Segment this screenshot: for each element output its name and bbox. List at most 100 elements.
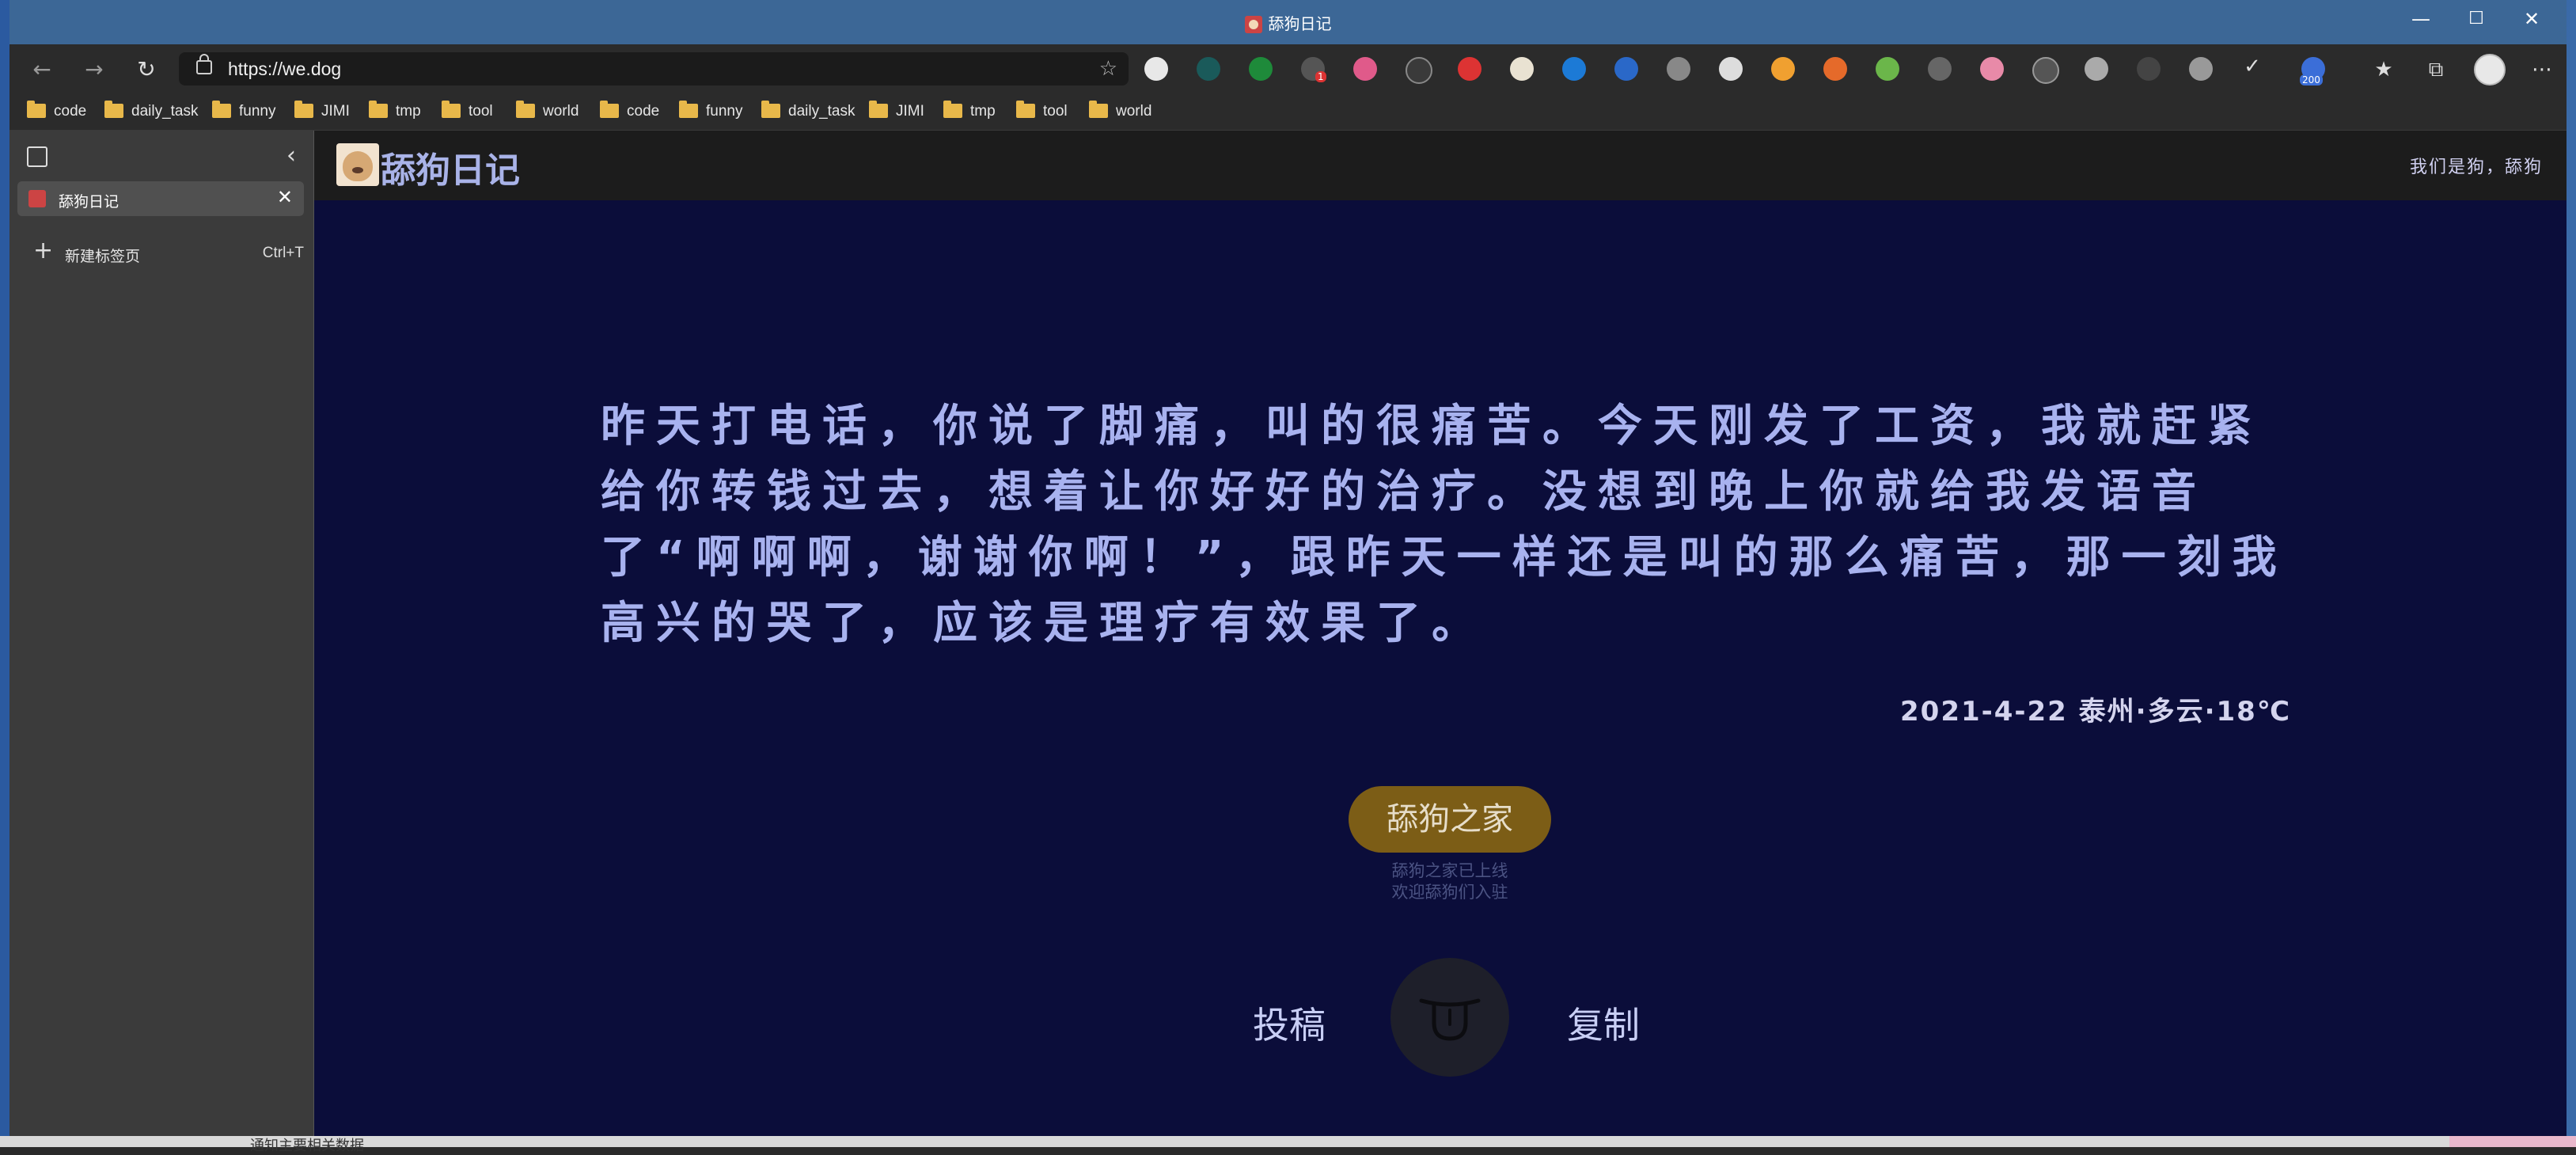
taskbar-text: 通知主要相关数据: [250, 1138, 364, 1154]
extension-10-icon[interactable]: [1614, 57, 1638, 81]
folder-icon: [294, 101, 313, 118]
bookmark-folder[interactable]: funny: [212, 100, 275, 123]
desktop-taskbar: 通知主要相关数据: [0, 1136, 2576, 1154]
tab-active[interactable]: 舔狗日记 ✕: [17, 181, 304, 216]
extension-16-icon[interactable]: [1928, 57, 1952, 81]
extension-17-icon[interactable]: [1980, 57, 2004, 81]
extension-20-icon[interactable]: [2137, 57, 2161, 81]
extension-8-icon[interactable]: [1510, 57, 1534, 81]
folder-icon: [1089, 101, 1108, 118]
back-button[interactable]: ←: [25, 54, 59, 85]
tongue-face-icon: [1419, 998, 1481, 1041]
close-tab-icon[interactable]: ✕: [277, 186, 293, 208]
extension-6-icon[interactable]: [1406, 57, 1432, 84]
collapse-sidebar-icon[interactable]: ‹: [286, 142, 296, 169]
folder-icon: [442, 101, 461, 118]
extension-12-icon[interactable]: [1719, 57, 1743, 81]
extension-21-icon[interactable]: [2189, 57, 2213, 81]
extension-18-icon[interactable]: [2032, 57, 2059, 84]
extension-2-icon[interactable]: [1197, 57, 1220, 81]
close-window-button[interactable]: ✕: [2504, 0, 2559, 38]
bookmark-folder[interactable]: JIMI: [869, 100, 924, 123]
dog-home-notice: 舔狗之家已上线 欢迎舔狗们入驻: [1296, 861, 1604, 903]
notice-line-1: 舔狗之家已上线: [1391, 861, 1508, 880]
folder-icon: [869, 101, 888, 118]
lock-icon: [196, 54, 212, 74]
new-tab-label: 新建标签页: [65, 248, 141, 265]
plus-icon: +: [33, 237, 54, 264]
new-tab-button[interactable]: + 新建标签页 Ctrl+T: [17, 235, 304, 270]
tab-favicon-icon: [28, 190, 46, 207]
dog-logo-icon[interactable]: [336, 143, 379, 186]
tab-actions-icon[interactable]: [27, 146, 47, 167]
taskbar-pink-block: [2449, 1136, 2576, 1147]
bookmark-folder[interactable]: world: [1089, 100, 1151, 123]
add-favorite-icon[interactable]: ☆: [1099, 57, 1117, 81]
window-title: 舔狗日记: [1268, 14, 1332, 33]
folder-icon: [104, 101, 123, 118]
checkmark-extension-icon[interactable]: ✓: [2236, 51, 2268, 82]
dog-home-button[interactable]: 舔狗之家: [1349, 786, 1551, 853]
bookmark-folder[interactable]: daily_task: [104, 100, 199, 123]
extension-7-icon[interactable]: [1458, 57, 1481, 81]
more-menu-icon[interactable]: ⋯: [2526, 54, 2558, 85]
new-tab-shortcut: Ctrl+T: [262, 245, 304, 261]
notice-line-2: 欢迎舔狗们入驻: [1391, 883, 1508, 902]
bookmark-folder[interactable]: code: [600, 100, 659, 123]
folder-icon: [516, 101, 535, 118]
extension-19-icon[interactable]: [2085, 57, 2108, 81]
collections-icon[interactable]: ⧉: [2420, 54, 2452, 85]
browser-toolbar: ← → ↻ https://we.dog ☆ 1 ✓ 200 ★ ⧉ ⋯: [9, 44, 2567, 95]
extension-23-badge: 200: [2300, 74, 2323, 85]
extension-11-icon[interactable]: [1667, 57, 1690, 81]
extension-9-icon[interactable]: [1562, 57, 1586, 81]
bookmark-folder[interactable]: tmp: [943, 100, 996, 123]
browser-window: 舔狗日记 — ☐ ✕ ← → ↻ https://we.dog ☆ 1 ✓ 20…: [9, 0, 2567, 1136]
tab-label: 舔狗日记: [59, 193, 120, 211]
refresh-diary-button[interactable]: [1390, 958, 1509, 1077]
extension-13-icon[interactable]: [1771, 57, 1795, 81]
diary-text: 昨天打电话，你说了脚痛，叫的很痛苦。今天刚发了工资，我就赶紧给你转钱过去，想着让…: [601, 401, 2288, 649]
favorites-icon[interactable]: ★: [2368, 54, 2400, 85]
bookmark-folder[interactable]: tool: [1016, 100, 1068, 123]
desktop-left-edge: [0, 0, 9, 1147]
extension-5-icon[interactable]: [1353, 57, 1377, 81]
diary-date-weather: 2021-4-22 泰州·多云·18℃: [1900, 696, 2291, 728]
bookmark-folder[interactable]: tmp: [369, 100, 421, 123]
profile-avatar[interactable]: [2474, 54, 2506, 85]
bookmark-folder[interactable]: funny: [679, 100, 742, 123]
bookmark-folder[interactable]: tool: [442, 100, 493, 123]
address-bar[interactable]: https://we.dog ☆: [179, 52, 1129, 85]
copy-button[interactable]: 复制: [1567, 997, 1640, 1049]
extension-15-icon[interactable]: [1876, 57, 1899, 81]
extension-4-badge: 1: [1315, 71, 1326, 82]
extension-14-icon[interactable]: [1823, 57, 1847, 81]
folder-icon: [679, 101, 698, 118]
forward-button[interactable]: →: [78, 54, 111, 85]
url-text: https://we.dog: [228, 59, 342, 79]
maximize-button[interactable]: ☐: [2449, 0, 2504, 38]
bookmark-folder[interactable]: code: [27, 100, 86, 123]
title-bar: 舔狗日记 — ☐ ✕: [9, 0, 2567, 44]
bookmark-folder[interactable]: daily_task: [761, 100, 856, 123]
extension-3-icon[interactable]: [1249, 57, 1273, 81]
folder-icon: [27, 101, 46, 118]
submit-button[interactable]: 投稿: [1253, 997, 1326, 1049]
web-page: 舔狗日记 我们是狗，舔狗 昨天打电话，你说了脚痛，叫的很痛苦。今天刚发了工资，我…: [314, 131, 2567, 1136]
window-favicon-icon: [1244, 16, 1262, 33]
extension-1-icon[interactable]: [1144, 57, 1168, 81]
bookmark-folder[interactable]: JIMI: [294, 100, 350, 123]
desktop-right-edge: [2567, 0, 2576, 1147]
folder-icon: [1016, 101, 1035, 118]
bookmarks-bar: code daily_task funny JIMI tmp tool worl…: [9, 95, 2567, 131]
folder-icon: [761, 101, 780, 118]
minimize-button[interactable]: —: [2393, 0, 2449, 38]
folder-icon: [212, 101, 231, 118]
refresh-button[interactable]: ↻: [130, 54, 163, 85]
site-slogan: 我们是狗，舔狗: [2409, 158, 2543, 177]
folder-icon: [943, 101, 962, 118]
bookmark-folder[interactable]: world: [516, 100, 579, 123]
site-header: 舔狗日记 我们是狗，舔狗: [314, 131, 2567, 200]
site-logo-text[interactable]: 舔狗日记: [381, 142, 520, 192]
vertical-tabs-sidebar: ‹ 舔狗日记 ✕ + 新建标签页 Ctrl+T: [9, 131, 314, 1136]
